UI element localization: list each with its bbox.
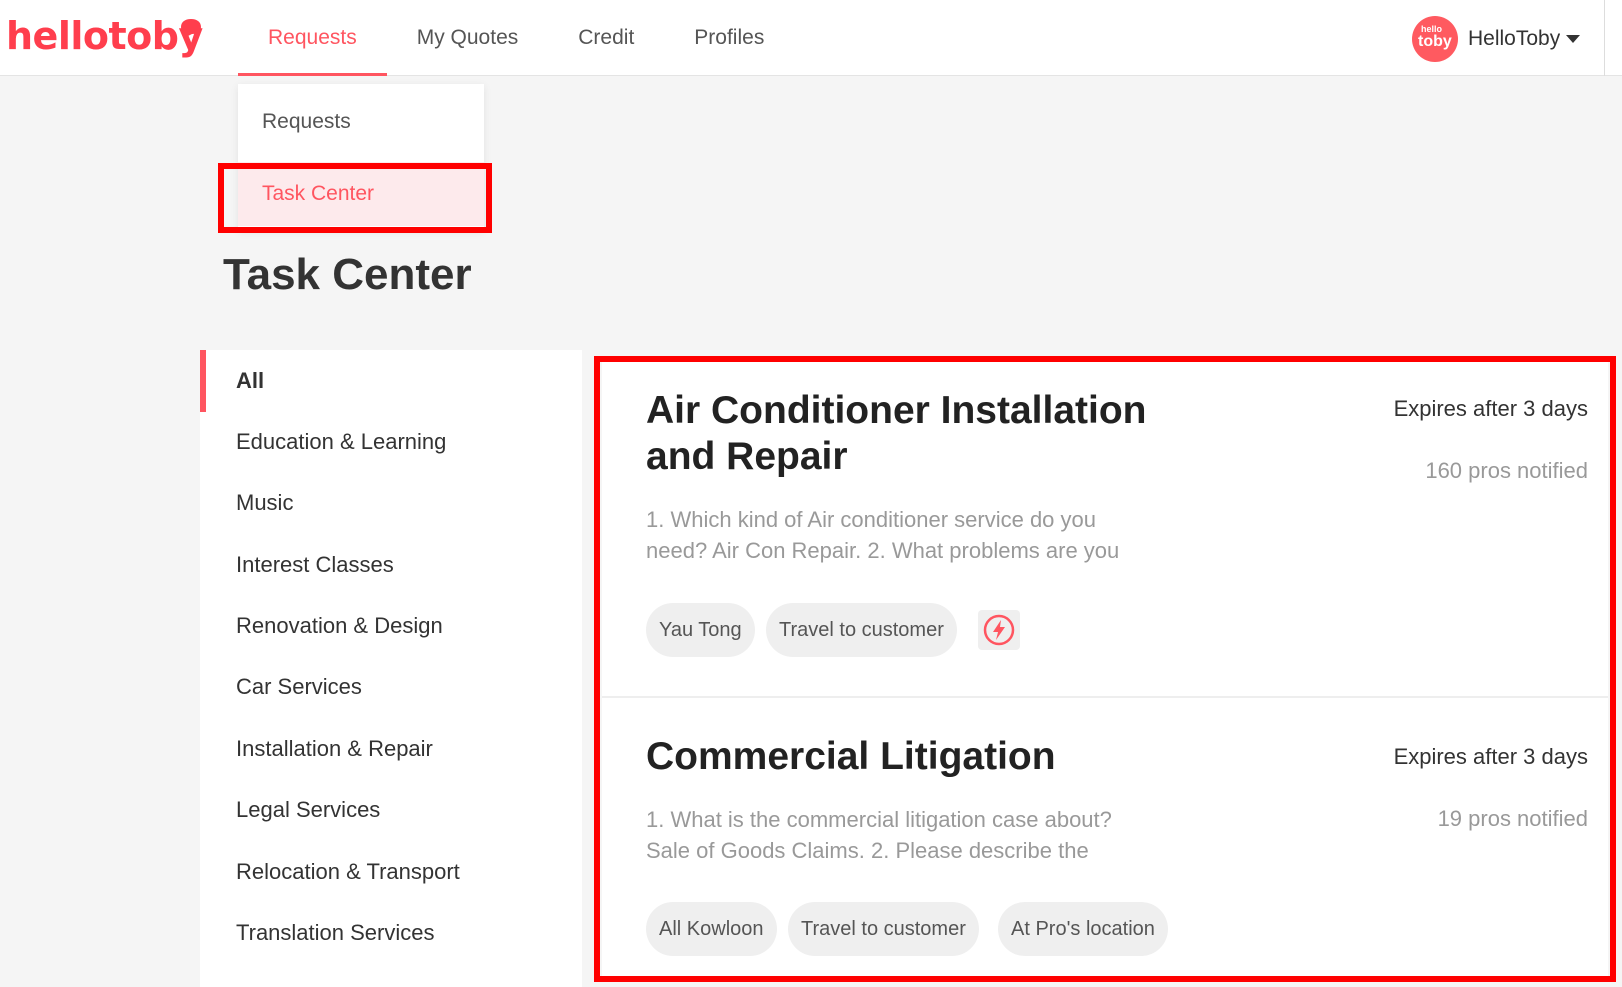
- avatar-text-big: toby: [1418, 33, 1452, 50]
- header-divider: [1604, 0, 1605, 76]
- sidebar-item-renovation[interactable]: Renovation & Design: [236, 595, 443, 657]
- category-sidebar: All Education & Learning Music Interest …: [200, 350, 582, 987]
- sidebar-item-music[interactable]: Music: [236, 472, 293, 534]
- speech-bubble-icon: [181, 19, 201, 37]
- nav-profiles[interactable]: Profiles: [664, 0, 794, 76]
- top-header: hellotoby Requests My Quotes Credit Prof…: [0, 0, 1622, 76]
- main-nav: Requests My Quotes Credit Profiles: [238, 0, 794, 76]
- caret-down-icon[interactable]: [1566, 35, 1580, 43]
- dropdown-item-requests[interactable]: Requests: [238, 90, 484, 154]
- sidebar-item-translation[interactable]: Translation Services: [236, 902, 434, 964]
- hellotoby-logo[interactable]: hellotoby: [6, 14, 203, 58]
- nav-requests[interactable]: Requests: [238, 0, 387, 76]
- sidebar-item-interest-classes[interactable]: Interest Classes: [236, 534, 394, 596]
- sidebar-item-legal[interactable]: Legal Services: [236, 779, 380, 841]
- sidebar-item-all[interactable]: All: [236, 350, 264, 412]
- sidebar-item-relocation[interactable]: Relocation & Transport: [236, 841, 460, 903]
- nav-credit[interactable]: Credit: [548, 0, 664, 76]
- task-center-highlight-box: [218, 163, 492, 233]
- sidebar-item-education[interactable]: Education & Learning: [236, 411, 446, 473]
- user-menu[interactable]: hello toby HelloToby: [1412, 16, 1580, 62]
- sidebar-item-installation[interactable]: Installation & Repair: [236, 718, 433, 780]
- page-title: Task Center: [223, 250, 472, 299]
- nav-my-quotes[interactable]: My Quotes: [387, 0, 549, 76]
- sidebar-item-car-services[interactable]: Car Services: [236, 656, 362, 718]
- avatar[interactable]: hello toby: [1412, 16, 1458, 62]
- user-name[interactable]: HelloToby: [1468, 27, 1560, 51]
- task-list-highlight-box: [594, 356, 1616, 982]
- active-indicator: [200, 350, 206, 412]
